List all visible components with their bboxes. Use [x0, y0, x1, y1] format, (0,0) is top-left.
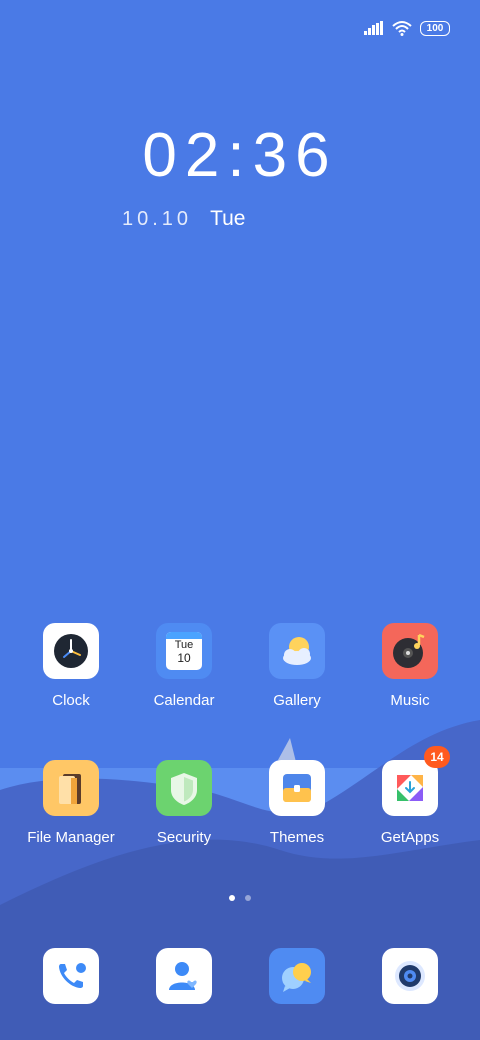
date-text: 10.10: [122, 208, 193, 230]
app-label: Gallery: [273, 692, 321, 709]
app-label: Security: [156, 829, 212, 846]
page-indicator[interactable]: [229, 895, 251, 901]
notification-badge: 14: [424, 746, 450, 768]
calendar-date: 10: [177, 651, 191, 665]
page-dot[interactable]: [245, 895, 251, 901]
shield-icon: [156, 760, 212, 816]
app-calendar[interactable]: Tue 10 Calendar: [129, 623, 239, 709]
app-label: File Manager: [27, 829, 115, 846]
gallery-icon: [269, 623, 325, 679]
app-label: Music: [390, 692, 430, 709]
music-icon: [382, 623, 438, 679]
dock-camera[interactable]: [355, 948, 465, 1004]
calendar-icon: Tue 10: [156, 623, 212, 679]
clock-icon: [43, 623, 99, 679]
app-file-manager[interactable]: File Manager: [16, 760, 126, 846]
dock-messages[interactable]: [242, 948, 352, 1004]
app-gallery[interactable]: Gallery: [242, 623, 352, 709]
camera-icon: [382, 948, 438, 1004]
messages-icon: [269, 948, 325, 1004]
status-bar: 100: [364, 18, 450, 38]
getapps-icon: [382, 760, 438, 816]
app-label: GetApps: [380, 829, 440, 846]
app-label: Clock: [52, 692, 90, 709]
contacts-icon: [156, 948, 212, 1004]
app-clock[interactable]: Clock: [16, 623, 126, 709]
date-row[interactable]: 10.10 Tue: [122, 207, 245, 231]
app-music[interactable]: Music: [355, 623, 465, 709]
app-themes[interactable]: Themes: [242, 760, 352, 846]
signal-icon: [364, 21, 384, 35]
weekday-text: Tue: [210, 207, 246, 230]
battery-indicator: 100: [420, 20, 450, 36]
folder-icon: [43, 760, 99, 816]
themes-icon: [269, 760, 325, 816]
wifi-icon: [392, 20, 412, 36]
phone-icon: [43, 948, 99, 1004]
app-security[interactable]: Security: [129, 760, 239, 846]
app-label: Themes: [269, 829, 325, 846]
dock-contacts[interactable]: [129, 948, 239, 1004]
lockscreen-time[interactable]: 02:36: [0, 120, 480, 191]
app-getapps[interactable]: 14 GetApps: [355, 746, 465, 846]
dock-phone[interactable]: [16, 948, 126, 1004]
app-label: Calendar: [153, 692, 215, 709]
page-dot-active[interactable]: [229, 895, 235, 901]
